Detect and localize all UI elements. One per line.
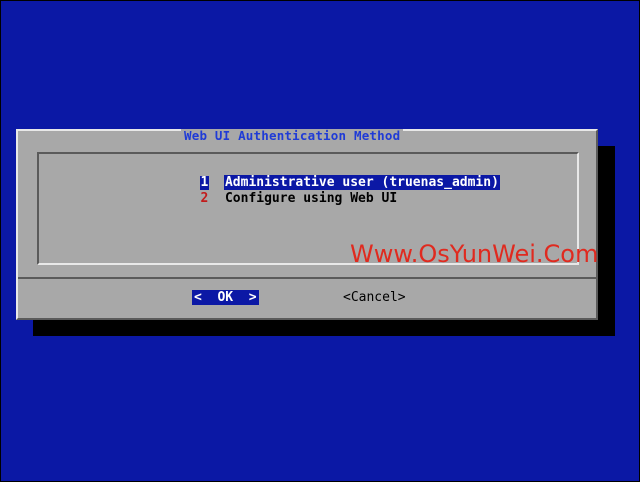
auth-method-dialog: Web UI Authentication Method 1 Administra… (16, 129, 598, 320)
cancel-button[interactable]: <Cancel> (343, 290, 406, 305)
menu-item-label: Configure using Web UI (224, 191, 398, 206)
dialog-title: Web UI Authentication Method (181, 129, 404, 143)
button-separator (18, 277, 596, 279)
menu-item-administrative-user[interactable]: 1 Administrative user (truenas_admin) (153, 162, 500, 190)
menu-item-tag: 2 (200, 191, 209, 206)
ok-button[interactable]: < OK > (192, 290, 259, 305)
watermark-text: Www.OsYunWei.Com (350, 240, 599, 268)
menu-item-configure-web-ui[interactable]: 2 Configure using Web UI (153, 178, 398, 206)
